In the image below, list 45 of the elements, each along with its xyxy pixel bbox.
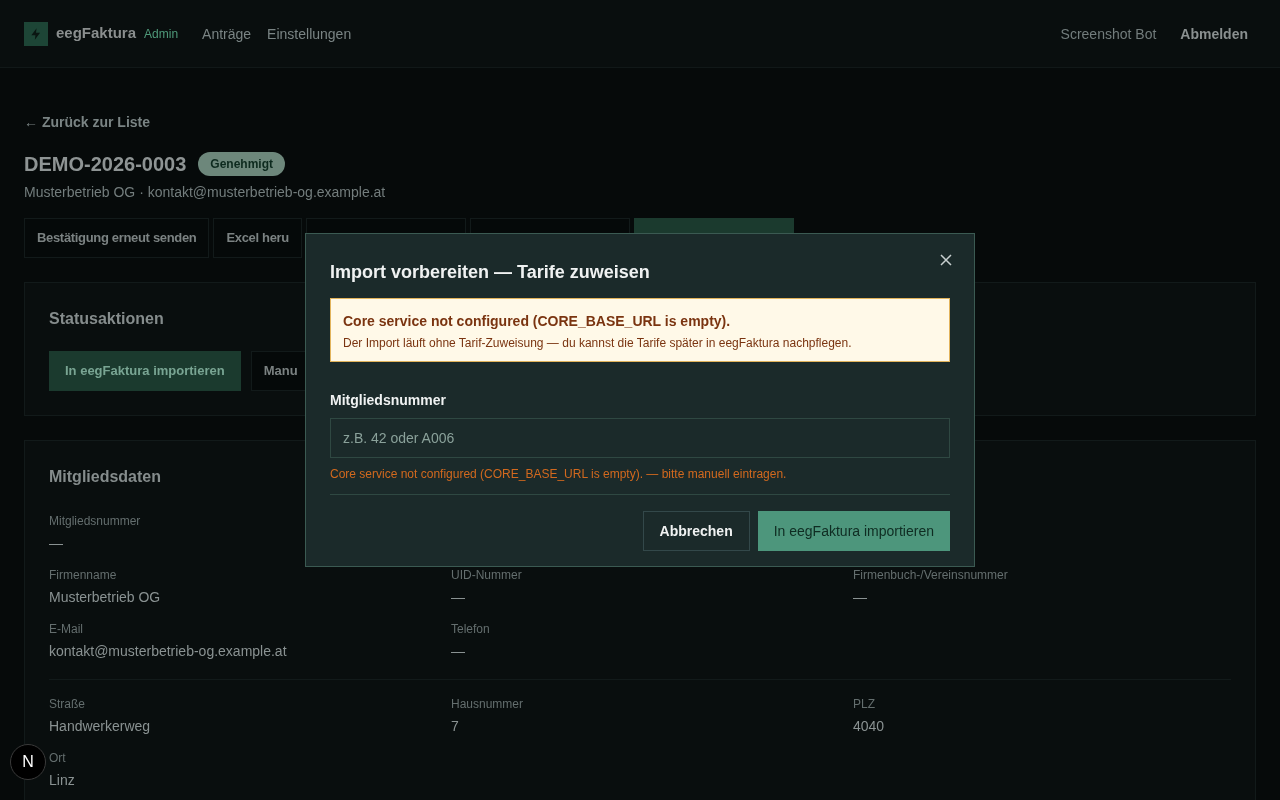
- field-value: —: [451, 642, 465, 661]
- field-value: —: [49, 534, 63, 553]
- action-button[interactable]: Bestätigung erneut senden: [24, 218, 210, 258]
- field-value: 7: [451, 717, 459, 736]
- field-value: —: [451, 588, 465, 607]
- field-label: Telefon: [451, 621, 490, 637]
- member-number-input[interactable]: z.B. 42 oder A006: [330, 418, 950, 458]
- field-value: Handwerkerweg: [49, 717, 151, 736]
- field-value: kontakt@musterbetrieb-og.example.at: [49, 642, 287, 661]
- field-error: Core service not configured (CORE_BASE_URL is empty). — bitte manuell eintragen.: [330, 466, 788, 482]
- page-title: DEMO-2026-0003: [24, 152, 187, 177]
- field-label: Mitgliedsnummer: [330, 391, 447, 410]
- user-name: Screenshot Bot: [1060, 24, 1157, 44]
- field-label: Hausnummer: [451, 696, 524, 712]
- back-link[interactable]: ← Zurück zur Liste: [24, 114, 151, 130]
- bolt-icon: [24, 21, 48, 46]
- field-label: Firmenbuch-/Vereinsnummer: [853, 567, 1008, 583]
- field-value: Linz: [49, 771, 75, 790]
- page-subtitle: Musterbetrieb OG · kontakt@musterbetrieb-og.example.at: [24, 183, 386, 202]
- action-button[interactable]: In eegFaktura importieren: [49, 351, 241, 391]
- field-value: Musterbetrieb OG: [49, 588, 161, 607]
- dev-badge[interactable]: N: [10, 744, 46, 780]
- field-value: —: [853, 588, 867, 607]
- field-label: UID-Nummer: [451, 567, 522, 583]
- brand-name: eegFaktura: [56, 23, 137, 44]
- card-title: Statusaktionen: [49, 309, 164, 329]
- action-button[interactable]: Excel heru: [213, 218, 302, 258]
- nav-link[interactable]: Anträge: [202, 23, 252, 44]
- role-label: Admin: [144, 25, 179, 42]
- field-label: E-Mail: [49, 621, 83, 637]
- import-button[interactable]: In eegFaktura importieren: [757, 511, 950, 551]
- field-label: Straße: [49, 696, 85, 712]
- card-title: Mitgliedsdaten: [49, 467, 161, 487]
- alert-title: Core service not configured (CORE_BASE_URL is empty).: [343, 312, 732, 331]
- field-value: 4040: [853, 717, 885, 736]
- cancel-button[interactable]: Abbrechen: [642, 511, 750, 551]
- field-label: Mitgliedsnummer: [49, 513, 141, 529]
- field-label: Ort: [49, 750, 66, 766]
- field-label: Firmenname: [49, 567, 117, 583]
- nav-link[interactable]: Einstellungen: [267, 23, 352, 44]
- status-badge: Genehmigt: [198, 152, 285, 176]
- alert-text: Der Import läuft ohne Tarif-Zuweisung — du kannst die Tarife später in eegFaktura nachpflegen.: [343, 335, 853, 351]
- dialog-title: Import vorbereiten — Tarife zuweisen: [330, 261, 651, 284]
- logout-link[interactable]: Abmelden: [1180, 23, 1248, 44]
- field-label: PLZ: [853, 696, 875, 712]
